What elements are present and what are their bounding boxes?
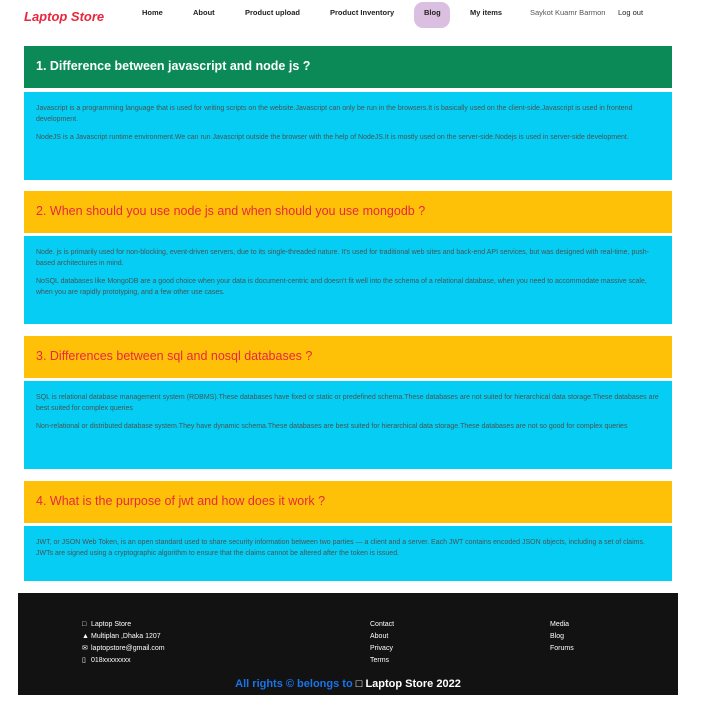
footer-link-contact[interactable]: Contact	[370, 619, 394, 631]
logout-link[interactable]: Log out	[618, 8, 643, 17]
laptop-icon: □	[355, 678, 363, 690]
nav-about[interactable]: About	[193, 8, 215, 17]
copyright-brand: Laptop Store 2022	[365, 678, 461, 690]
location-icon: ▲	[82, 633, 89, 640]
footer-link-blog[interactable]: Blog	[550, 631, 574, 643]
laptop-icon: □	[82, 621, 87, 628]
card-paragraph: JWT, or JSON Web Token, is an open stand…	[36, 539, 645, 557]
navbar: Laptop Store Home About Product upload P…	[0, 0, 705, 34]
footer: □ Laptop Store ▲ Multiplan ,Dhaka 1207 ✉ la…	[18, 593, 678, 695]
card-title: 2. When should you use node js and when …	[24, 191, 672, 233]
card-title: 3. Differences between sql and nosql dat…	[24, 336, 672, 378]
card-paragraph: NoSQL databases like MongoDB are a good …	[36, 278, 647, 296]
footer-brand: Laptop Store	[91, 621, 132, 628]
card-body: JWT, or JSON Web Token, is an open stand…	[24, 526, 672, 581]
footer-phone: 018xxxxxxxx	[91, 657, 131, 664]
blog-card-3: 3. Differences between sql and nosql dat…	[24, 336, 672, 469]
phone-icon: ▯	[82, 657, 86, 664]
card-paragraph: Non-relational or distributed database s…	[36, 423, 628, 430]
footer-contact-info: □ Laptop Store ▲ Multiplan ,Dhaka 1207 ✉ la…	[82, 619, 165, 667]
nav-home[interactable]: Home	[142, 8, 163, 17]
nav-blog[interactable]: Blog	[424, 8, 441, 17]
card-title: 1. Difference between javascript and nod…	[24, 46, 672, 88]
card-body: Javascript is a programming language tha…	[24, 92, 672, 180]
footer-links-2: Media Blog Forums	[550, 619, 574, 655]
blog-card-2: 2. When should you use node js and when …	[24, 191, 672, 324]
card-paragraph: NodeJS is a Javascript runtime environme…	[36, 134, 629, 141]
footer-link-about[interactable]: About	[370, 631, 394, 643]
footer-link-terms[interactable]: Terms	[370, 655, 394, 667]
card-paragraph: SQL is relational database management sy…	[36, 394, 659, 412]
user-name: Saykot Kuamr Barmon	[530, 8, 606, 17]
footer-link-media[interactable]: Media	[550, 619, 574, 631]
nav-my-items[interactable]: My items	[470, 8, 502, 17]
footer-link-forums[interactable]: Forums	[550, 643, 574, 655]
blog-card-1: 1. Difference between javascript and nod…	[24, 46, 672, 180]
card-body: SQL is relational database management sy…	[24, 381, 672, 469]
card-title: 4. What is the purpose of jwt and how do…	[24, 481, 672, 523]
card-paragraph: Javascript is a programming language tha…	[36, 105, 633, 123]
footer-link-privacy[interactable]: Privacy	[370, 643, 394, 655]
nav-product-inventory[interactable]: Product Inventory	[330, 8, 394, 17]
copyright-prefix: All rights © belongs to	[235, 678, 353, 690]
nav-product-upload[interactable]: Product upload	[245, 8, 300, 17]
footer-address: Multiplan ,Dhaka 1207	[91, 633, 161, 640]
card-body: Node. js is primarily used for non-block…	[24, 236, 672, 324]
brand-logo[interactable]: Laptop Store	[24, 9, 104, 24]
card-paragraph: Node. js is primarily used for non-block…	[36, 249, 649, 267]
copyright: All rights © belongs to □ Laptop Store 2…	[18, 678, 678, 690]
blog-card-4: 4. What is the purpose of jwt and how do…	[24, 481, 672, 581]
mail-icon: ✉	[82, 645, 88, 652]
footer-email[interactable]: laptopstore@gmail.com	[91, 645, 165, 652]
footer-links-1: Contact About Privacy Terms	[370, 619, 394, 667]
